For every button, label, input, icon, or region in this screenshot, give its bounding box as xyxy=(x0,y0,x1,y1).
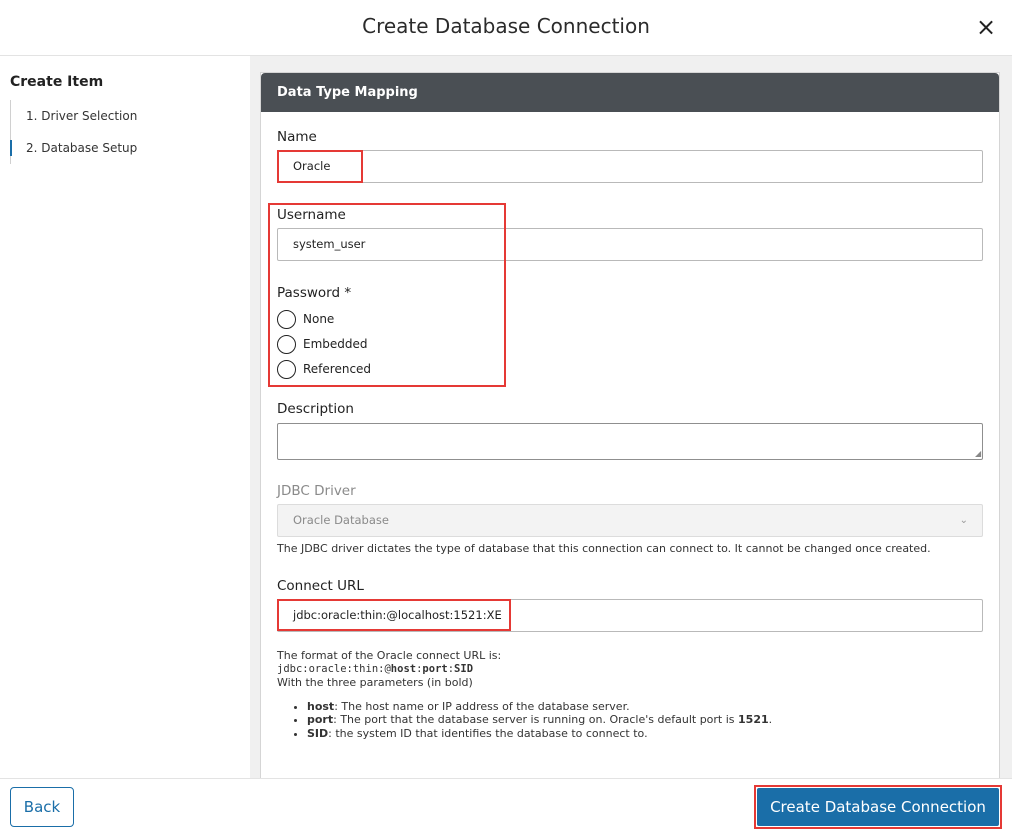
dialog-titlebar: Create Database Connection × xyxy=(0,0,1012,56)
radio-none[interactable] xyxy=(277,309,296,329)
jdbc-driver-label: JDBC Driver xyxy=(277,483,356,499)
back-button[interactable]: Back xyxy=(10,787,74,827)
chevron-down-icon: ⌄ xyxy=(959,515,968,526)
description-label: Description xyxy=(277,401,354,417)
password-label: Password * xyxy=(277,285,352,301)
jdbc-driver-select: Oracle Database ⌄ xyxy=(277,504,983,537)
form-card: Data Type Mapping Name Oracle Username s… xyxy=(260,72,1000,778)
password-option-embedded[interactable]: Embedded xyxy=(277,334,368,354)
radio-referenced[interactable] xyxy=(277,359,296,379)
wizard-sidebar: Create Item 1. Driver Selection 2. Datab… xyxy=(0,56,250,778)
step-driver-selection[interactable]: 1. Driver Selection xyxy=(11,100,240,132)
connect-url-label: Connect URL xyxy=(277,578,364,594)
dialog-footer: Back Create Database Connection xyxy=(0,778,1012,829)
create-connection-dialog: Create Database Connection × Create Item… xyxy=(0,0,1012,829)
password-option-none[interactable]: None xyxy=(277,309,334,329)
help-param-host: host: The host name or IP address of the… xyxy=(307,700,977,714)
help-params-line: With the three parameters (in bold) xyxy=(277,676,473,689)
username-label: Username xyxy=(277,207,346,223)
close-icon[interactable]: × xyxy=(972,13,1000,41)
help-param-port: port: The port that the database server … xyxy=(307,713,977,727)
help-param-sid: SID: the system ID that identifies the d… xyxy=(307,727,977,741)
step-database-setup[interactable]: 2. Database Setup xyxy=(10,132,240,164)
card-title: Data Type Mapping xyxy=(261,73,999,112)
jdbc-driver-hint: The JDBC driver dictates the type of dat… xyxy=(277,542,931,555)
name-label: Name xyxy=(277,129,317,145)
radio-embedded-label: Embedded xyxy=(303,337,368,351)
username-input[interactable]: system_user xyxy=(277,228,983,261)
password-option-referenced[interactable]: Referenced xyxy=(277,359,371,379)
radio-none-label: None xyxy=(303,312,335,326)
connect-url-input[interactable]: jdbc:oracle:thin:@localhost:1521:XE xyxy=(277,599,983,632)
help-url-format: jdbc:oracle:thin:@host:port:SID xyxy=(277,662,474,675)
connect-url-help: The format of the Oracle connect URL is:… xyxy=(277,649,977,740)
help-param-list: host: The host name or IP address of the… xyxy=(277,700,977,741)
create-connection-button[interactable]: Create Database Connection xyxy=(757,788,999,826)
main-panel: Data Type Mapping Name Oracle Username s… xyxy=(250,56,1012,778)
description-textarea[interactable] xyxy=(277,423,983,460)
sidebar-heading: Create Item xyxy=(10,74,104,90)
radio-embedded[interactable] xyxy=(277,334,296,354)
jdbc-driver-value: Oracle Database xyxy=(293,513,389,527)
help-intro: The format of the Oracle connect URL is: xyxy=(277,649,502,662)
name-input[interactable]: Oracle xyxy=(277,150,983,183)
dialog-title: Create Database Connection xyxy=(362,14,650,38)
wizard-steps: 1. Driver Selection 2. Database Setup xyxy=(10,100,240,164)
radio-referenced-label: Referenced xyxy=(303,362,372,376)
resize-grip-icon[interactable]: ◢ xyxy=(975,450,983,458)
